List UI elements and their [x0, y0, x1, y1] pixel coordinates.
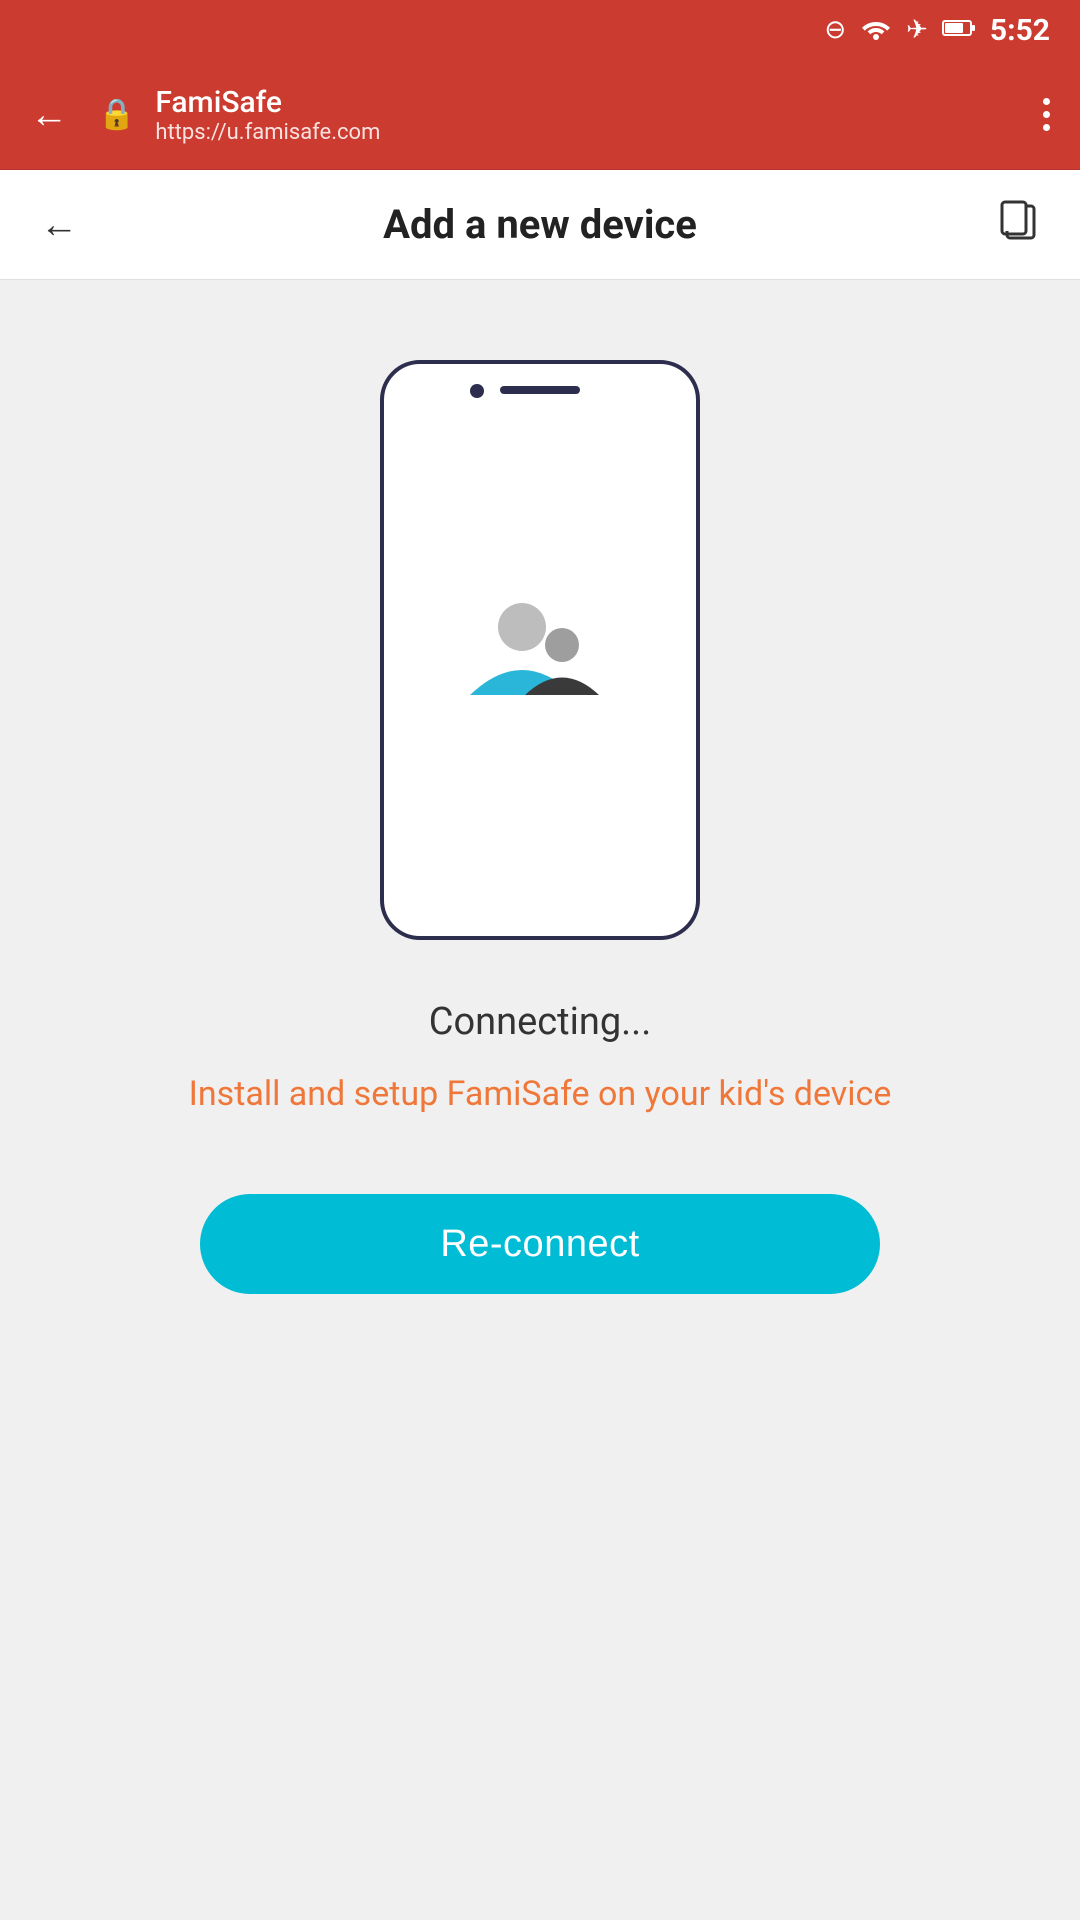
- install-link[interactable]: Install and setup FamiSafe on your kid's…: [189, 1074, 892, 1114]
- browser-bar: ← 🔒 FamiSafe https://u.famisafe.com: [0, 60, 1080, 170]
- reconnect-button[interactable]: Re-connect: [200, 1194, 880, 1294]
- status-bar: ⊖ ✈ 5:52: [0, 0, 1080, 60]
- wifi-icon: [860, 16, 892, 45]
- phone-illustration: [380, 360, 700, 940]
- menu-dot-2: [1043, 111, 1050, 118]
- status-time: 5:52: [990, 13, 1050, 48]
- connecting-text: Connecting...: [429, 1000, 651, 1044]
- menu-dot-1: [1043, 98, 1050, 105]
- page-back-button[interactable]: ←: [30, 193, 88, 257]
- browser-url-info: FamiSafe https://u.famisafe.com: [155, 85, 1013, 145]
- browser-app-title: FamiSafe: [155, 85, 1013, 120]
- page-share-button[interactable]: [986, 188, 1050, 262]
- main-content: Connecting... Install and setup FamiSafe…: [0, 280, 1080, 1920]
- famisafe-logo-icon: [450, 585, 630, 715]
- browser-url: https://u.famisafe.com: [155, 120, 1013, 145]
- battery-icon: [942, 17, 976, 43]
- airplane-icon: ✈: [906, 17, 928, 43]
- browser-back-button[interactable]: ←: [20, 83, 78, 147]
- phone-speaker: [500, 386, 580, 394]
- minus-circle-icon: ⊖: [824, 17, 846, 43]
- status-icons: ⊖ ✈ 5:52: [824, 13, 1050, 48]
- page-header: ← Add a new device: [0, 170, 1080, 280]
- menu-dot-3: [1043, 124, 1050, 131]
- phone-camera: [470, 384, 484, 398]
- browser-lock-icon: 🔒: [98, 97, 135, 132]
- browser-menu-button[interactable]: [1033, 88, 1060, 141]
- page-title: Add a new device: [383, 201, 697, 248]
